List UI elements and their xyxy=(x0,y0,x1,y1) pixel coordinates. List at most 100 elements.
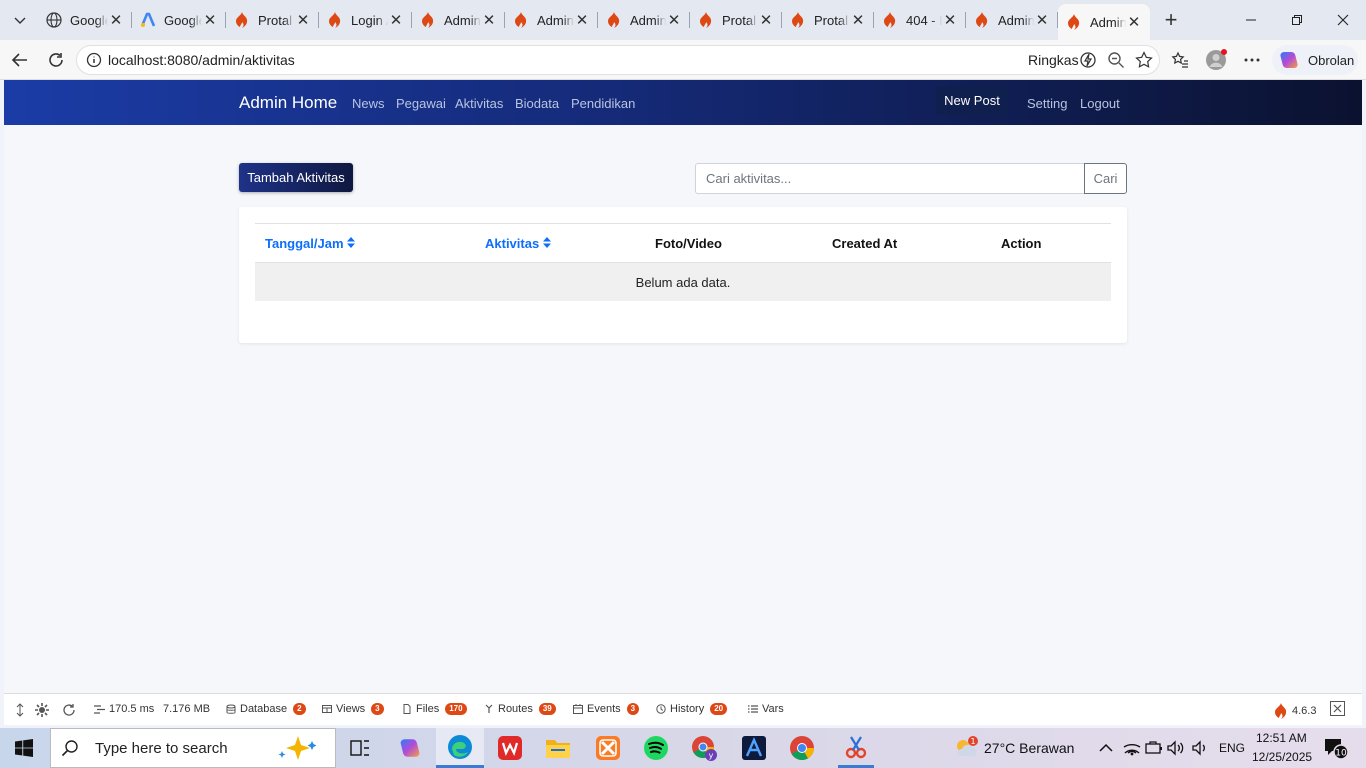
favorites-list-icon[interactable] xyxy=(1166,46,1194,74)
taskbar-spotify[interactable] xyxy=(642,734,670,762)
toolbar-settings-icon[interactable] xyxy=(35,703,49,717)
toolbar-timing[interactable]: 170.5 ms xyxy=(94,703,154,715)
zoom-icon[interactable] xyxy=(1102,46,1130,74)
speaker-icon[interactable] xyxy=(1186,734,1214,762)
new-tab-button[interactable]: + xyxy=(1158,6,1184,34)
taskbar-chrome-profile[interactable]: y xyxy=(690,734,718,762)
tab-close-icon[interactable]: ✕ xyxy=(850,12,866,29)
toolbar-resize-icon[interactable] xyxy=(15,703,25,717)
toolbar-history[interactable]: History 20 xyxy=(656,703,728,715)
browser-tab-strip: Google✕Google✕Protal✕Login A✕Admin✕Admin… xyxy=(0,0,1366,40)
column-header-tanggal[interactable]: Tanggal/Jam xyxy=(265,236,356,251)
browser-tab[interactable]: Admin ✕ xyxy=(505,6,598,34)
copilot-summarize-icon[interactable] xyxy=(1074,46,1102,74)
taskbar-edge[interactable] xyxy=(436,728,484,768)
wps-office-icon xyxy=(498,736,522,760)
tab-close-icon[interactable]: ✕ xyxy=(758,12,774,29)
tab-close-icon[interactable]: ✕ xyxy=(388,12,404,29)
nav-setting[interactable]: Setting xyxy=(1027,96,1067,111)
codeigniter-flame-icon xyxy=(327,12,343,28)
taskbar-arduino[interactable] xyxy=(740,734,768,762)
tab-close-icon[interactable]: ✕ xyxy=(574,12,590,29)
toolbar-routes[interactable]: Routes 39 xyxy=(484,703,556,715)
add-activity-button[interactable]: Tambah Aktivitas xyxy=(239,163,353,192)
close-window-button[interactable] xyxy=(1320,0,1366,40)
minimize-button[interactable] xyxy=(1228,0,1274,40)
browser-tab[interactable]: Admin ✕ xyxy=(412,6,505,34)
tab-close-icon[interactable]: ✕ xyxy=(295,12,311,29)
toolbar-events[interactable]: Events 3 xyxy=(573,703,640,715)
nav-news[interactable]: News xyxy=(352,96,385,111)
more-menu-icon[interactable] xyxy=(1238,46,1266,74)
sort-icon xyxy=(542,237,551,248)
clock-time[interactable]: 12:51 AM xyxy=(1256,731,1307,745)
taskbar-wps[interactable] xyxy=(496,734,524,762)
nav-pegawai[interactable]: Pegawai xyxy=(396,96,446,111)
tray-overflow-button[interactable] xyxy=(1092,734,1120,762)
taskbar-snipping-tool[interactable] xyxy=(838,728,874,768)
restore-button[interactable] xyxy=(1274,0,1320,40)
nav-logout[interactable]: Logout xyxy=(1080,96,1120,111)
browser-tab[interactable]: Protal ✕ xyxy=(690,6,782,34)
browser-tab[interactable]: Admin ✕ xyxy=(966,6,1058,34)
taskbar-xampp[interactable] xyxy=(594,734,622,762)
brand-link[interactable]: Admin Home xyxy=(239,93,337,113)
site-info-icon[interactable] xyxy=(80,46,108,74)
search-button[interactable]: Cari xyxy=(1084,163,1127,194)
back-button[interactable] xyxy=(6,46,34,74)
summarize-label[interactable]: Ringkas xyxy=(1028,52,1079,68)
tab-close-icon[interactable]: ✕ xyxy=(942,12,958,29)
taskbar-chrome[interactable] xyxy=(788,734,816,762)
tab-close-icon[interactable]: ✕ xyxy=(108,12,124,29)
task-view-button[interactable] xyxy=(346,734,374,762)
profile-avatar[interactable] xyxy=(1202,46,1230,74)
nav-aktivitas[interactable]: Aktivitas xyxy=(455,96,503,111)
activity-search-input[interactable] xyxy=(695,163,1085,194)
browser-tab[interactable]: Admin ✕ xyxy=(598,6,690,34)
notification-center-button[interactable]: 10 xyxy=(1322,734,1350,762)
reload-button[interactable] xyxy=(42,46,70,74)
tab-close-icon[interactable]: ✕ xyxy=(481,12,497,29)
toolbar-item-label: Files xyxy=(416,703,440,715)
chevron-down-icon xyxy=(14,17,26,24)
favorite-star-icon[interactable] xyxy=(1130,46,1158,74)
browser-tab[interactable]: 404 - F✕ xyxy=(874,6,966,34)
toolbar-database[interactable]: Database 2 xyxy=(226,703,306,715)
start-button[interactable] xyxy=(10,734,38,762)
new-post-button[interactable]: New Post xyxy=(936,86,1008,115)
tab-search-button[interactable] xyxy=(6,6,34,34)
column-header-created-at: Created At xyxy=(832,236,898,251)
toolbar-item-label: Database xyxy=(240,703,288,715)
toolbar-views[interactable]: Views 3 xyxy=(322,703,384,715)
toolbar-vars[interactable]: Vars xyxy=(748,703,784,715)
browser-tab[interactable]: Protal ✕ xyxy=(226,6,319,34)
column-header-label: Tanggal/Jam xyxy=(265,236,344,251)
weather-widget-icon[interactable]: 1 xyxy=(952,734,980,762)
toolbar-item-label: Views xyxy=(336,703,366,715)
toolbar-item-count: 170 xyxy=(445,703,467,715)
weather-text[interactable]: 27°C Berawan xyxy=(984,740,1074,756)
browser-tab[interactable]: Login A✕ xyxy=(319,6,412,34)
nav-biodata[interactable]: Biodata xyxy=(515,96,559,111)
tab-close-icon[interactable]: ✕ xyxy=(1126,14,1142,31)
toolbar-close-button[interactable] xyxy=(1330,701,1345,716)
url-text[interactable]: localhost:8080/admin/aktivitas xyxy=(108,52,295,68)
tab-close-icon[interactable]: ✕ xyxy=(666,12,682,29)
tab-close-icon[interactable]: ✕ xyxy=(202,12,218,29)
toolbar-files[interactable]: Files 170 xyxy=(402,703,467,715)
clock-date[interactable]: 12/25/2025 xyxy=(1252,750,1312,764)
toolbar-refresh-icon[interactable] xyxy=(62,703,76,717)
browser-tab[interactable]: Google ✕ xyxy=(38,6,132,34)
language-indicator[interactable]: ENG xyxy=(1219,741,1245,755)
taskbar-copilot[interactable] xyxy=(396,734,424,762)
copilot-chat-button[interactable]: Obrolan xyxy=(1272,45,1358,75)
column-header-aktivitas[interactable]: Aktivitas xyxy=(485,236,551,251)
tab-close-icon[interactable]: ✕ xyxy=(1034,12,1050,29)
taskbar-search-box[interactable]: Type here to search xyxy=(50,728,336,768)
browser-tab[interactable]: Admin ✕ xyxy=(1058,4,1150,40)
browser-tab[interactable]: Protal ✕ xyxy=(782,6,874,34)
taskbar-file-explorer[interactable] xyxy=(544,734,572,762)
browser-tab[interactable]: Google ✕ xyxy=(132,6,226,34)
nav-pendidikan[interactable]: Pendidikan xyxy=(571,96,635,111)
database-icon xyxy=(226,704,236,714)
